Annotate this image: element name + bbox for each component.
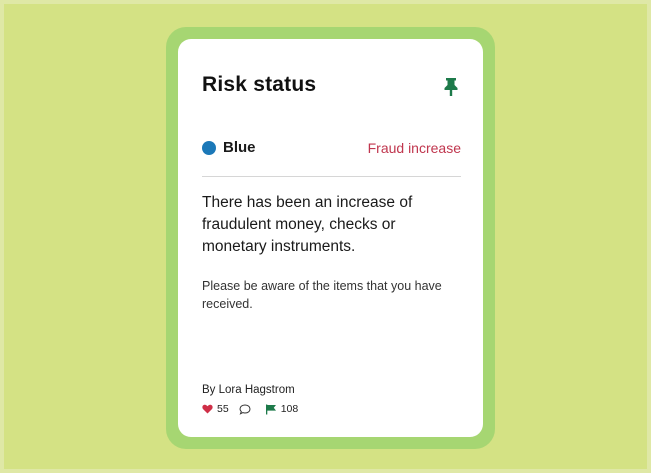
risk-status-card: Risk status Blue Fraud increase There ha…	[178, 39, 483, 437]
status-row: Blue Fraud increase	[202, 139, 461, 159]
likes-count: 55	[217, 403, 229, 415]
pin-icon[interactable]	[442, 77, 460, 97]
divider	[202, 176, 461, 177]
comment-icon[interactable]	[239, 403, 251, 415]
alert-headline: There has been an increase of fraudulent…	[202, 194, 413, 255]
alert-body: Please be aware of the items that you ha…	[202, 279, 442, 311]
status-dot	[202, 141, 216, 155]
risk-type-label: Fraud increase	[367, 140, 461, 156]
card-frame: Risk status Blue Fraud increase There ha…	[166, 27, 495, 449]
flags-count: 108	[280, 403, 299, 415]
heart-icon[interactable]	[202, 404, 213, 414]
engagement-stats: 55 108	[202, 402, 298, 416]
flag-icon[interactable]	[265, 404, 277, 415]
card-title: Risk status	[202, 73, 317, 96]
status-level: Blue	[223, 139, 256, 156]
author-byline: By Lora Hagstrom	[202, 384, 295, 396]
